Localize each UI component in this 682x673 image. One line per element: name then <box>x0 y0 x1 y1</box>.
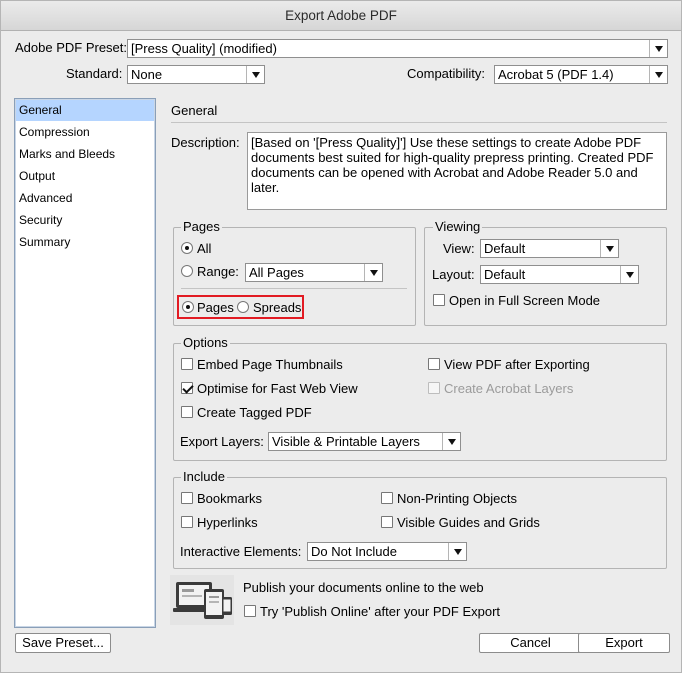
compatibility-dropdown[interactable]: Acrobat 5 (PDF 1.4) <box>494 65 668 84</box>
pages-all-label: All <box>197 241 212 256</box>
preset-dropdown[interactable]: [Press Quality] (modified) <box>127 39 668 58</box>
embed-thumbnails-checkbox[interactable] <box>181 358 193 370</box>
view-after-export-label: View PDF after Exporting <box>444 357 590 372</box>
export-button[interactable]: Export <box>578 633 670 653</box>
pages-mode-radio[interactable] <box>182 301 194 313</box>
sidebar-item-general[interactable]: General <box>16 100 154 121</box>
spreads-mode-label: Spreads <box>253 300 302 315</box>
chevron-down-icon <box>600 240 618 257</box>
chevron-down-icon <box>246 66 264 83</box>
acrobat-layers-label: Create Acrobat Layers <box>444 381 574 396</box>
chevron-down-icon <box>448 543 466 560</box>
tagged-pdf-checkbox[interactable] <box>181 406 193 418</box>
standard-label: Standard: <box>66 66 123 81</box>
view-value: Default <box>484 241 526 256</box>
sidebar-item-security[interactable]: Security <box>16 210 154 231</box>
compatibility-label: Compatibility: <box>407 66 486 81</box>
pages-mode-label: Pages <box>197 300 234 315</box>
layout-dropdown[interactable]: Default <box>480 265 639 284</box>
fullscreen-label: Open in Full Screen Mode <box>449 293 601 308</box>
chevron-down-icon <box>649 66 667 83</box>
tagged-pdf-label: Create Tagged PDF <box>197 405 312 420</box>
guides-label: Visible Guides and Grids <box>397 515 540 530</box>
sidebar-item-advanced[interactable]: Advanced <box>16 188 154 209</box>
guides-checkbox[interactable] <box>381 516 393 528</box>
options-group-title: Options <box>181 335 230 350</box>
sidebar-item-summary[interactable]: Summary <box>16 232 154 253</box>
pages-range-label: Range: <box>197 264 239 279</box>
chevron-down-icon <box>364 264 382 281</box>
heading-divider <box>171 122 667 123</box>
standard-value: None <box>131 67 163 82</box>
interactive-elements-label: Interactive Elements: <box>180 544 302 559</box>
preset-value: [Press Quality] (modified) <box>131 41 277 56</box>
description-text[interactable]: [Based on '[Press Quality]'] Use these s… <box>247 132 667 210</box>
preset-label: Adobe PDF Preset: <box>15 40 127 55</box>
export-layers-label: Export Layers: <box>180 434 264 449</box>
chevron-down-icon <box>442 433 460 450</box>
chevron-down-icon <box>620 266 638 283</box>
view-label: View: <box>443 241 475 256</box>
hyperlinks-label: Hyperlinks <box>197 515 258 530</box>
nonprinting-checkbox[interactable] <box>381 492 393 504</box>
bookmarks-checkbox[interactable] <box>181 492 193 504</box>
bookmarks-label: Bookmarks <box>197 491 263 506</box>
fullscreen-checkbox[interactable] <box>433 294 445 306</box>
standard-dropdown[interactable]: None <box>127 65 265 84</box>
range-value: All Pages <box>249 265 304 280</box>
range-dropdown[interactable]: All Pages <box>245 263 383 282</box>
include-group-title: Include <box>181 469 227 484</box>
description-label: Description: <box>171 135 240 150</box>
section-heading: General <box>171 103 218 118</box>
pages-range-radio[interactable] <box>181 265 193 277</box>
compatibility-value: Acrobat 5 (PDF 1.4) <box>498 67 614 82</box>
save-preset-button[interactable]: Save Preset... <box>15 633 111 653</box>
acrobat-layers-checkbox <box>428 382 440 394</box>
sidebar: General Compression Marks and Bleeds Out… <box>14 98 156 628</box>
spreads-mode-radio[interactable] <box>237 301 249 313</box>
pages-group-title: Pages <box>181 219 222 234</box>
viewing-group-title: Viewing <box>433 219 483 234</box>
window-title: Export Adobe PDF <box>1 1 681 31</box>
pages-all-radio[interactable] <box>181 242 193 254</box>
publish-online-label: Try 'Publish Online' after your PDF Expo… <box>260 604 501 619</box>
interactive-elements-dropdown[interactable]: Do Not Include <box>307 542 467 561</box>
embed-thumbnails-label: Embed Page Thumbnails <box>197 357 343 372</box>
export-pdf-dialog: Export Adobe PDF Adobe PDF Preset: [Pres… <box>0 0 682 673</box>
hyperlinks-checkbox[interactable] <box>181 516 193 528</box>
sidebar-item-output[interactable]: Output <box>16 166 154 187</box>
export-layers-value: Visible & Printable Layers <box>272 434 420 449</box>
optimise-web-label: Optimise for Fast Web View <box>197 381 358 396</box>
sidebar-item-marks-and-bleeds[interactable]: Marks and Bleeds <box>16 144 154 165</box>
optimise-web-checkbox[interactable] <box>181 382 193 394</box>
nonprinting-label: Non-Printing Objects <box>397 491 517 506</box>
export-layers-dropdown[interactable]: Visible & Printable Layers <box>268 432 461 451</box>
publish-heading: Publish your documents online to the web <box>243 580 484 595</box>
layout-value: Default <box>484 267 526 282</box>
chevron-down-icon <box>649 40 667 57</box>
view-after-export-checkbox[interactable] <box>428 358 440 370</box>
view-dropdown[interactable]: Default <box>480 239 619 258</box>
interactive-elements-value: Do Not Include <box>311 544 397 559</box>
publish-online-checkbox[interactable] <box>244 605 256 617</box>
layout-label: Layout: <box>432 267 475 282</box>
publish-online-icon <box>170 575 234 625</box>
cancel-button[interactable]: Cancel <box>479 633 582 653</box>
sidebar-item-compression[interactable]: Compression <box>16 122 154 143</box>
pages-divider <box>181 288 407 289</box>
